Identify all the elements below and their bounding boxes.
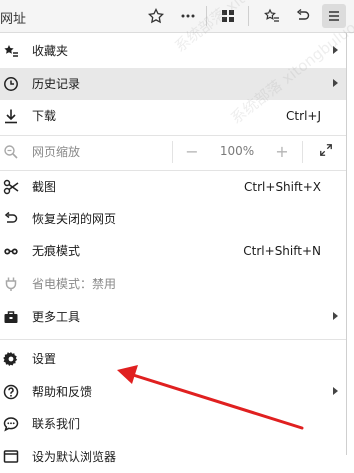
menu-item-label: 更多工具 xyxy=(32,310,81,324)
gear-icon xyxy=(3,351,19,367)
chat-bubble-icon xyxy=(3,416,19,432)
menu-item-label: 下载 xyxy=(32,109,57,123)
browser-default-icon xyxy=(3,449,19,465)
menu-item-label: 恢复关闭的网页 xyxy=(32,212,117,226)
menu-item-label: 历史记录 xyxy=(32,77,81,91)
address-bar-fragment[interactable]: 网址 xyxy=(0,8,26,27)
menu-item-label: 设置 xyxy=(32,352,57,366)
menu-item-set-default-browser[interactable]: 设为默认浏览器 xyxy=(0,441,346,473)
shortcut-text: Ctrl+J xyxy=(286,109,321,123)
submenu-arrow-icon xyxy=(333,312,338,320)
menu-item-label: 帮助和反馈 xyxy=(32,385,93,399)
zoom-level: 100% xyxy=(219,144,255,158)
menu-item-settings[interactable]: 设置 xyxy=(0,343,346,375)
menu-item-more-tools[interactable]: 更多工具 xyxy=(0,301,346,333)
shortcut-text: Ctrl+Shift+X xyxy=(244,180,321,194)
menu-item-reopen-closed-tab[interactable]: 恢复关闭的网页 xyxy=(0,203,346,235)
incognito-glasses-icon xyxy=(3,243,19,259)
shortcut-text: Ctrl+Shift+N xyxy=(243,244,321,258)
zoom-in-button[interactable]: + xyxy=(273,143,291,161)
main-menu-panel: 收藏夹 历史记录 下载 Ctrl+J 网页缩放 − 100% + 截图 Ctrl… xyxy=(0,33,347,464)
apps-grid-icon[interactable] xyxy=(216,4,240,28)
menu-item-incognito[interactable]: 无痕模式 Ctrl+Shift+N xyxy=(0,235,346,267)
menu-item-label: 设为默认浏览器 xyxy=(32,450,117,464)
menu-item-label: 联系我们 xyxy=(32,417,81,431)
clock-icon xyxy=(3,76,19,92)
menu-item-history[interactable]: 历史记录 xyxy=(0,68,346,100)
menu-item-label: 省电模式：禁用 xyxy=(32,277,117,291)
toolbox-icon xyxy=(3,309,19,325)
star-icon[interactable] xyxy=(144,4,168,28)
fullscreen-icon[interactable] xyxy=(317,143,335,161)
menu-item-power-saving: 省电模式：禁用 xyxy=(0,268,346,300)
submenu-arrow-icon xyxy=(333,387,338,395)
menu-item-favorites[interactable]: 收藏夹 xyxy=(0,35,346,67)
undo-icon xyxy=(3,211,19,227)
zoom-magnifier-icon xyxy=(3,144,19,160)
menu-item-help-feedback[interactable]: 帮助和反馈 xyxy=(0,376,346,408)
scissors-icon xyxy=(3,179,19,195)
submenu-arrow-icon xyxy=(333,46,338,54)
zoom-out-button[interactable]: − xyxy=(183,143,201,161)
undo-icon[interactable] xyxy=(291,4,315,28)
menu-item-screenshot[interactable]: 截图 Ctrl+Shift+X xyxy=(0,171,346,203)
menu-item-label: 收藏夹 xyxy=(32,44,69,58)
help-question-icon xyxy=(3,384,19,400)
submenu-arrow-icon xyxy=(333,79,338,87)
download-icon xyxy=(3,108,19,124)
main-menu-button[interactable] xyxy=(322,4,346,28)
menu-item-page-zoom: 网页缩放 − 100% + xyxy=(0,136,346,169)
favorites-list-icon xyxy=(3,43,19,59)
more-dots-icon[interactable] xyxy=(176,4,200,28)
browser-toolbar: 网址 xyxy=(0,0,354,33)
plug-icon xyxy=(3,276,19,292)
menu-item-contact-us[interactable]: 联系我们 xyxy=(0,408,346,440)
menu-item-label: 网页缩放 xyxy=(32,145,81,159)
zoom-controls: − 100% + xyxy=(172,136,346,169)
menu-item-label: 截图 xyxy=(32,180,57,194)
favorites-list-icon[interactable] xyxy=(260,4,284,28)
menu-item-downloads[interactable]: 下载 Ctrl+J xyxy=(0,100,346,132)
menu-item-label: 无痕模式 xyxy=(32,244,81,258)
